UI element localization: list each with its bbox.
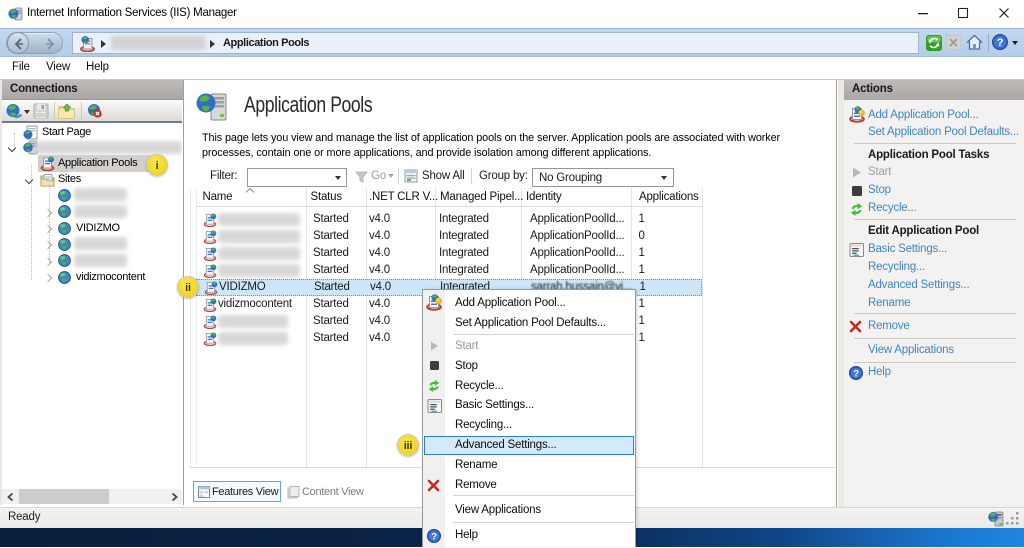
svg-text:?: ? <box>431 532 437 543</box>
svg-text:?: ? <box>853 369 859 380</box>
svg-text:?: ? <box>997 37 1004 49</box>
